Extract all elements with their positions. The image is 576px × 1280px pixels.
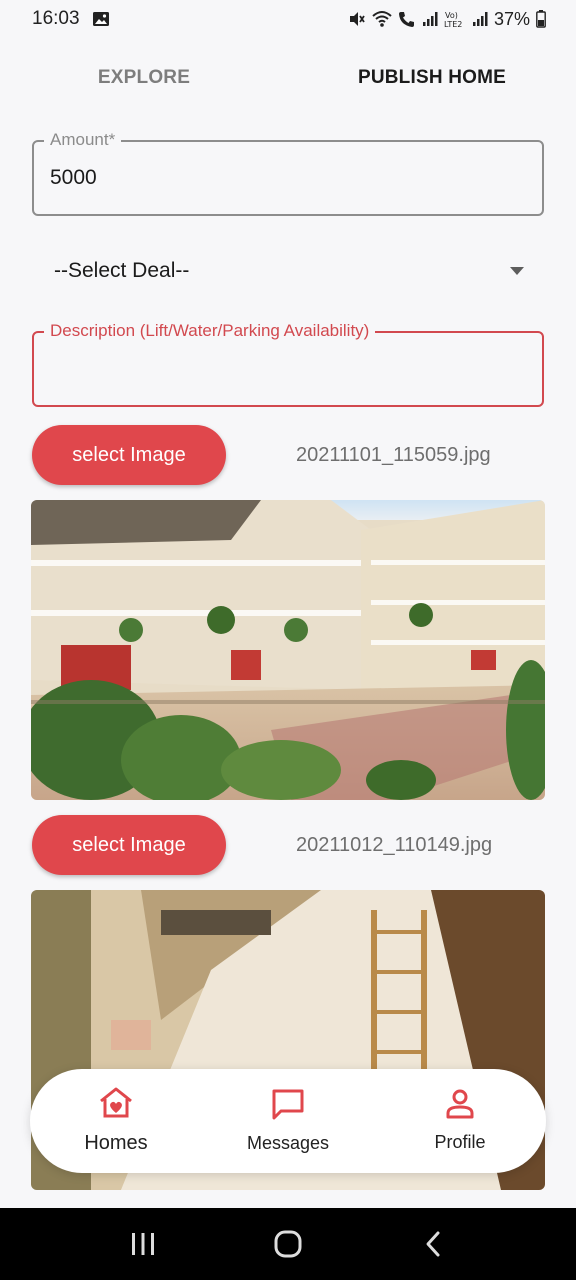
chat-icon: [271, 1088, 305, 1125]
home-button[interactable]: [258, 1214, 318, 1274]
svg-text:LTE2: LTE2: [444, 20, 462, 28]
nav-label-profile: Profile: [434, 1132, 486, 1152]
description-label: Description (Lift/Water/Parking Availabi…: [44, 321, 376, 341]
back-button[interactable]: [403, 1214, 463, 1274]
select-image-button[interactable]: select Image: [32, 425, 226, 485]
mute-icon: [348, 10, 366, 28]
volte-icon: Vo) LTE2: [444, 10, 466, 28]
tab-publish-home[interactable]: PUBLISH HOME: [288, 56, 576, 100]
nav-messages[interactable]: Messages: [202, 1088, 374, 1154]
select-image-button[interactable]: select Image: [32, 815, 226, 875]
nav-homes[interactable]: Homes: [30, 1087, 202, 1155]
battery-icon: [536, 10, 546, 28]
image-file-name: 20211012_110149.jpg: [296, 833, 493, 856]
status-bar: 16:03 Vo) LTE2 37%: [0, 0, 576, 38]
nav-label-homes: Homes: [84, 1132, 148, 1154]
gallery-notification-icon: [92, 11, 110, 27]
system-nav-bar: [0, 1208, 576, 1280]
status-time: 16:03: [32, 8, 80, 29]
svg-text:Vo): Vo): [445, 11, 458, 20]
amount-value: 5000: [50, 166, 97, 189]
image-preview-courtyard: [31, 500, 545, 800]
description-field[interactable]: Description (Lift/Water/Parking Availabi…: [32, 321, 544, 407]
deal-dropdown[interactable]: --Select Deal--: [54, 248, 524, 294]
bottom-nav: Homes Messages Profile: [30, 1069, 546, 1173]
deal-selected-value: --Select Deal--: [54, 259, 190, 282]
signal-icon: [422, 11, 438, 27]
image-row: select Image 20211012_110149.jpg: [32, 815, 544, 875]
wifi-calling-icon: [398, 10, 416, 28]
person-icon: [445, 1089, 475, 1124]
top-tabs: EXPLORE PUBLISH HOME: [0, 56, 576, 100]
image-file-name: 20211101_115059.jpg: [296, 443, 491, 466]
amount-label: Amount*: [44, 130, 122, 150]
battery-percent: 37%: [493, 8, 530, 29]
amount-field[interactable]: Amount* 5000: [32, 130, 544, 216]
home-heart-icon: [98, 1087, 134, 1124]
dropdown-arrow-icon: [510, 267, 524, 275]
nav-label-messages: Messages: [246, 1133, 330, 1153]
signal-icon-2: [472, 11, 488, 27]
image-row: select Image 20211101_115059.jpg: [32, 425, 544, 485]
nav-profile[interactable]: Profile: [374, 1089, 546, 1153]
tab-explore[interactable]: EXPLORE: [0, 56, 288, 100]
recent-apps-button[interactable]: [113, 1214, 173, 1274]
wifi-icon: [372, 10, 392, 28]
